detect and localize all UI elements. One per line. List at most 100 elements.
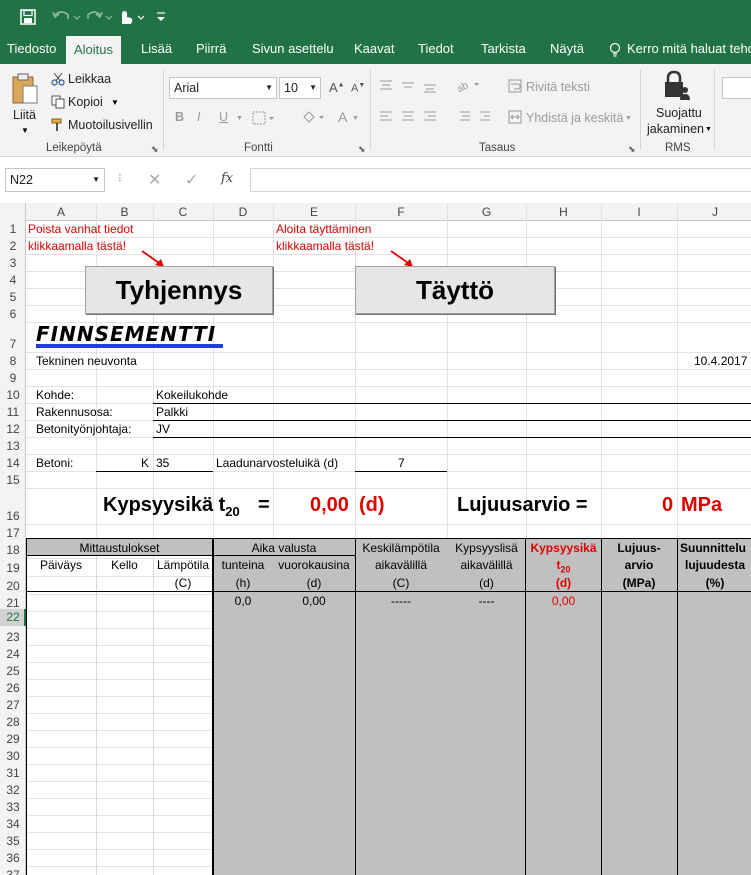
merge-dropdown-icon[interactable]: ▼ bbox=[625, 115, 632, 122]
row-header-15[interactable]: 15 bbox=[0, 472, 26, 489]
copy-dropdown-icon[interactable]: ▼ bbox=[111, 98, 119, 107]
cancel-icon[interactable]: ✕ bbox=[148, 170, 161, 190]
row-header-4[interactable]: 4 bbox=[0, 272, 26, 289]
row-header-7[interactable]: 7 bbox=[0, 336, 26, 353]
row-header-34[interactable]: 34 bbox=[0, 816, 26, 833]
tab-draw[interactable]: Piirrä bbox=[196, 34, 226, 64]
merge-center-button[interactable]: Yhdistä ja keskitä bbox=[526, 111, 623, 125]
protect-sharing-button-line2[interactable]: jakaminen bbox=[647, 122, 704, 136]
worksheet[interactable]: A B C D E F G H I J 1 2 3 4 5 6 7 8 9 10 11 12 13 14 1… bbox=[0, 203, 751, 875]
italic-button[interactable]: I bbox=[197, 110, 200, 124]
tab-review[interactable]: Tarkista bbox=[481, 34, 526, 64]
insert-function-icon[interactable]: fx bbox=[221, 171, 233, 186]
alignment-launcher-icon[interactable]: ⬊ bbox=[628, 144, 636, 155]
paste-button[interactable]: Liitä bbox=[13, 108, 36, 122]
row-header-33[interactable]: 33 bbox=[0, 799, 26, 816]
column-header-d[interactable]: D bbox=[213, 203, 273, 221]
laadunarvosteluika-value[interactable]: 7 bbox=[398, 455, 405, 472]
increase-font-icon[interactable]: A▲ bbox=[329, 80, 345, 95]
row-header-6[interactable]: 6 bbox=[0, 306, 26, 323]
underline-dropdown-icon[interactable]: ▼ bbox=[236, 115, 243, 122]
paste-dropdown-icon[interactable]: ▼ bbox=[21, 126, 29, 135]
font-size-combo[interactable]: 10 ▼ bbox=[279, 77, 321, 99]
column-header-g[interactable]: G bbox=[447, 203, 526, 221]
tab-insert[interactable]: Lisää bbox=[141, 34, 172, 64]
row-header-37[interactable]: 37 bbox=[0, 867, 26, 875]
decrease-font-icon[interactable]: A▼ bbox=[351, 82, 365, 95]
column-header-b[interactable]: B bbox=[96, 203, 153, 221]
protect-dropdown-icon[interactable]: ▼ bbox=[705, 126, 712, 133]
row-header-5[interactable]: 5 bbox=[0, 289, 26, 306]
row-header-30[interactable]: 30 bbox=[0, 748, 26, 765]
align-top-icon[interactable] bbox=[378, 79, 438, 93]
save-icon[interactable] bbox=[20, 9, 36, 25]
next-group-box[interactable] bbox=[722, 77, 751, 99]
row-header-9[interactable]: 9 bbox=[0, 370, 26, 387]
row-header-17[interactable]: 17 bbox=[0, 525, 26, 542]
copy-icon[interactable] bbox=[51, 95, 65, 109]
font-launcher-icon[interactable]: ⬊ bbox=[358, 144, 366, 155]
row21-vuorokausina[interactable]: 0,00 bbox=[273, 592, 355, 610]
indent-icon[interactable] bbox=[454, 110, 496, 124]
fill-color-icon[interactable] bbox=[301, 110, 327, 126]
column-header-i[interactable]: I bbox=[601, 203, 677, 221]
name-box[interactable]: N22 ▼ bbox=[5, 168, 105, 192]
select-all-corner[interactable] bbox=[0, 203, 26, 221]
row-header-22-active[interactable]: 22 bbox=[0, 609, 26, 626]
row-header-32[interactable]: 32 bbox=[0, 782, 26, 799]
row-header-2[interactable]: 2 bbox=[0, 238, 26, 255]
clear-button[interactable]: Tyhjennys bbox=[85, 266, 273, 314]
row-header-27[interactable]: 27 bbox=[0, 697, 26, 714]
undo-icon[interactable] bbox=[52, 9, 82, 25]
tell-me-search[interactable]: Kerro mitä haluat tehdä bbox=[627, 34, 751, 64]
row-header-13[interactable]: 13 bbox=[0, 438, 26, 455]
orientation-icon[interactable]: ab bbox=[455, 77, 483, 95]
column-header-f[interactable]: F bbox=[355, 203, 447, 221]
row-header-18[interactable]: 18 bbox=[0, 542, 26, 559]
row-header-8[interactable]: 8 bbox=[0, 353, 26, 370]
lock-person-icon[interactable] bbox=[663, 70, 691, 102]
row-header-16[interactable]: 16 bbox=[0, 508, 26, 525]
merge-center-icon[interactable] bbox=[508, 110, 522, 124]
row-header-10[interactable]: 10 bbox=[0, 387, 26, 404]
wrap-text-icon[interactable] bbox=[508, 79, 522, 93]
betonityonjohtaja-value[interactable]: JV bbox=[156, 421, 170, 438]
cut-icon[interactable] bbox=[51, 72, 65, 86]
rakennusosa-value[interactable]: Palkki bbox=[156, 404, 188, 421]
clipboard-launcher-icon[interactable]: ⬊ bbox=[151, 144, 159, 155]
row-header-14[interactable]: 14 bbox=[0, 455, 26, 472]
row-header-12[interactable]: 12 bbox=[0, 421, 26, 438]
touch-mode-icon[interactable] bbox=[118, 8, 148, 26]
row-header-24[interactable]: 24 bbox=[0, 646, 26, 663]
column-header-c[interactable]: C bbox=[153, 203, 213, 221]
row-header-35[interactable]: 35 bbox=[0, 833, 26, 850]
underline-button[interactable]: U bbox=[219, 110, 228, 124]
enter-icon[interactable]: ✓ bbox=[185, 170, 198, 190]
more-options-icon[interactable]: ⁝ bbox=[118, 171, 122, 185]
borders-icon[interactable] bbox=[252, 111, 276, 125]
copy-button[interactable]: Kopioi bbox=[68, 95, 103, 109]
betoni-value[interactable]: 35 bbox=[156, 455, 169, 472]
row-header-28[interactable]: 28 bbox=[0, 714, 26, 731]
row-header-31[interactable]: 31 bbox=[0, 765, 26, 782]
tab-data[interactable]: Tiedot bbox=[418, 34, 454, 64]
customize-qat-icon[interactable] bbox=[155, 10, 167, 24]
column-header-a[interactable]: A bbox=[26, 203, 96, 221]
row-header-3[interactable]: 3 bbox=[0, 255, 26, 272]
tab-home[interactable]: Aloitus bbox=[66, 36, 122, 64]
column-header-j[interactable]: J bbox=[677, 203, 751, 221]
row-header-20[interactable]: 20 bbox=[0, 578, 26, 595]
wrap-text-button[interactable]: Rivitä teksti bbox=[526, 80, 590, 94]
format-painter-icon[interactable] bbox=[51, 118, 65, 132]
row-header-1[interactable]: 1 bbox=[0, 221, 26, 238]
column-header-e[interactable]: E bbox=[273, 203, 355, 221]
row21-kypsyyslisa[interactable]: ---- bbox=[447, 592, 526, 610]
row-header-23[interactable]: 23 bbox=[0, 629, 26, 646]
row-header-25[interactable]: 25 bbox=[0, 663, 26, 680]
paste-icon[interactable] bbox=[10, 72, 40, 106]
kohde-value[interactable]: Kokeilukohde bbox=[156, 387, 228, 404]
font-color-icon[interactable]: A bbox=[338, 109, 347, 125]
row21-tunteina[interactable]: 0,0 bbox=[213, 592, 273, 610]
tab-view[interactable]: Näytä bbox=[550, 34, 584, 64]
row-header-26[interactable]: 26 bbox=[0, 680, 26, 697]
